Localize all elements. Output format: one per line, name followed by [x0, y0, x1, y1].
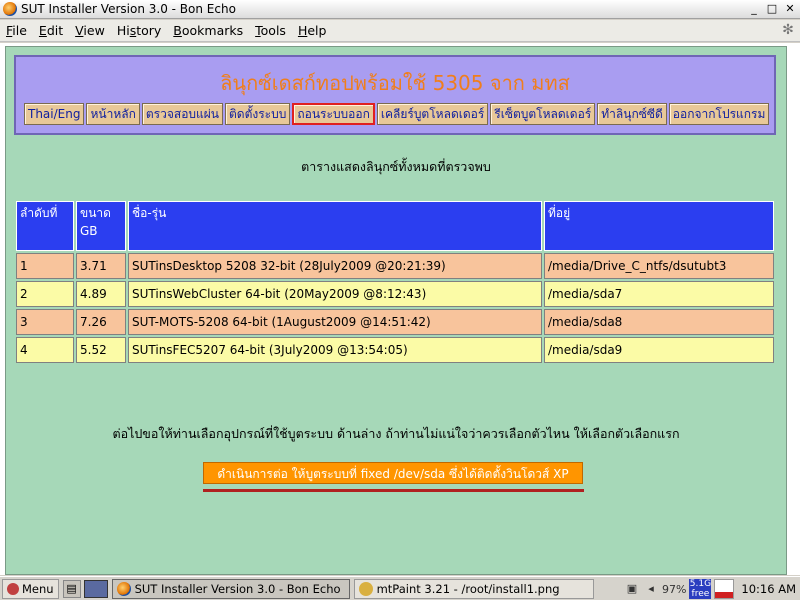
window-titlebar[interactable]: SUT Installer Version 3.0 - Bon Echo _ □… [0, 0, 800, 19]
firefox-icon [3, 2, 17, 16]
close-icon[interactable]: ✕ [782, 1, 798, 17]
disk-free-size: 5.1G [689, 579, 712, 589]
task-firefox[interactable]: SUT Installer Version 3.0 - Bon Echo [111, 578, 350, 599]
nav-thai-eng[interactable]: Thai/Eng [24, 103, 85, 125]
throbber-icon: ✻ [782, 22, 794, 38]
menu-tools[interactable]: Tools [249, 23, 292, 38]
nav-bar: Thai/Eng หน้าหลัก ตรวจสอบแผ่น ติดตั้งระบ… [24, 103, 771, 125]
cell-name: SUTinsFEC5207 64-bit (3July2009 @13:54:0… [128, 337, 542, 363]
table-row[interactable]: 3 7.26 SUT-MOTS-5208 64-bit (1August2009… [16, 309, 774, 335]
network-icon[interactable]: ▣ [624, 581, 640, 597]
start-menu-label: Menu [22, 581, 54, 596]
col-header-name: ชื่อ-รุ่น [128, 201, 542, 251]
maximize-icon[interactable]: □ [764, 1, 780, 17]
menu-help[interactable]: Help [292, 23, 333, 38]
installer-panel: ลินุกซ์เดสก์ทอปพร้อมใช้ 5305 จาก มทส Tha… [5, 46, 787, 575]
page-title: ลินุกซ์เดสก์ทอปพร้อมใช้ 5305 จาก มทส [220, 71, 570, 95]
menu-view[interactable]: View [69, 23, 111, 38]
cell-size: 7.26 [76, 309, 126, 335]
clock[interactable]: 10:16 AM [741, 582, 796, 596]
mtpaint-icon [358, 581, 373, 596]
col-header-location: ที่อยู่ [544, 201, 774, 251]
cell-index: 2 [16, 281, 74, 307]
table-row[interactable]: 1 3.71 SUTinsDesktop 5208 32-bit (28July… [16, 253, 774, 279]
task-mtpaint-label: mtPaint 3.21 - /root/install1.png [376, 581, 560, 596]
cpu-usage: 97% [661, 582, 687, 596]
installer-header: ลินุกซ์เดสก์ทอปพร้อมใช้ 5305 จาก มทส Tha… [14, 55, 776, 135]
col-header-size: ขนาด GB [76, 201, 126, 251]
cell-name: SUT-MOTS-5208 64-bit (1August2009 @14:51… [128, 309, 542, 335]
continue-boot-button[interactable]: ดำเนินการต่อ ให้บูตระบบที่ fixed /dev/sd… [203, 462, 583, 484]
memory-graph [714, 579, 735, 599]
cell-index: 3 [16, 309, 74, 335]
nav-home[interactable]: หน้าหลัก [86, 103, 140, 125]
cell-location: /media/sda7 [544, 281, 774, 307]
task-firefox-label: SUT Installer Version 3.0 - Bon Echo [134, 581, 341, 596]
table-caption: ตารางแสดงลินุกซ์ทั้งหมดที่ตรวจพบ [301, 159, 491, 174]
button-underline [203, 489, 584, 492]
disk-free-label: free [691, 589, 710, 599]
task-mtpaint[interactable]: mtPaint 3.21 - /root/install1.png [353, 578, 594, 599]
cell-size: 5.52 [76, 337, 126, 363]
col-header-index: ลำดับที่ [16, 201, 74, 251]
window-title: SUT Installer Version 3.0 - Bon Echo [21, 2, 236, 16]
cell-size: 3.71 [76, 253, 126, 279]
firefox-icon [116, 581, 131, 596]
menu-bookmarks[interactable]: Bookmarks [167, 23, 249, 38]
show-desktop-icon[interactable]: ▤ [62, 579, 81, 598]
cell-location: /media/sda9 [544, 337, 774, 363]
table-header-row: ลำดับที่ ขนาด GB ชื่อ-รุ่น ที่อยู่ [16, 201, 774, 251]
nav-clear-bootloader[interactable]: เคลียร์บูตโหลดเดอร์ [376, 103, 489, 125]
linux-list-table: ลำดับที่ ขนาด GB ชื่อ-รุ่น ที่อยู่ 1 3.7… [14, 199, 776, 365]
taskbar: Menu ▤ SUT Installer Version 3.0 - Bon E… [0, 576, 800, 600]
cell-index: 1 [16, 253, 74, 279]
system-tray: ▣ ◂ 97% 5.1G free 10:16 AM [624, 578, 800, 600]
nav-install[interactable]: ติดตั้งระบบ [225, 103, 291, 125]
cell-location: /media/sda8 [544, 309, 774, 335]
desktop-pager[interactable] [83, 579, 108, 598]
table-row[interactable]: 2 4.89 SUTinsWebCluster 64-bit (20May200… [16, 281, 774, 307]
browser-content: ลินุกซ์เดสก์ทอปพร้อมใช้ 5305 จาก มทส Tha… [0, 43, 800, 575]
nav-make-cd[interactable]: ทำลินุกซ์ซีดี [597, 103, 667, 125]
instruction-text: ต่อไปขอให้ท่านเลือกอุปกรณ์ที่ใช้บูตระบบ … [112, 426, 680, 441]
window-controls: _ □ ✕ [746, 1, 798, 17]
cell-location: /media/Drive_C_ntfs/dsutubt3 [544, 253, 774, 279]
disk-free-indicator: 5.1G free [689, 579, 712, 599]
menu-icon [7, 582, 19, 595]
table-row[interactable]: 4 5.52 SUTinsFEC5207 64-bit (3July2009 @… [16, 337, 774, 363]
nav-uninstall[interactable]: ถอนระบบออก [292, 103, 375, 125]
nav-reset-bootloader[interactable]: รีเซ็ตบูตโหลดเดอร์ [490, 103, 596, 125]
cell-index: 4 [16, 337, 74, 363]
menu-file[interactable]: File [0, 23, 33, 38]
menu-bar: File Edit View History Bookmarks Tools H… [0, 20, 800, 42]
nav-exit[interactable]: ออกจากโปรแกรม [668, 103, 770, 125]
nav-check-disc[interactable]: ตรวจสอบแผ่น [141, 103, 223, 125]
menu-edit[interactable]: Edit [33, 23, 69, 38]
cell-name: SUTinsWebCluster 64-bit (20May2009 @8:12… [128, 281, 542, 307]
menu-history[interactable]: History [111, 23, 167, 38]
cell-size: 4.89 [76, 281, 126, 307]
volume-icon[interactable]: ◂ [643, 581, 659, 597]
cell-name: SUTinsDesktop 5208 32-bit (28July2009 @2… [128, 253, 542, 279]
minimize-icon[interactable]: _ [746, 1, 762, 17]
start-menu-button[interactable]: Menu [2, 578, 59, 599]
